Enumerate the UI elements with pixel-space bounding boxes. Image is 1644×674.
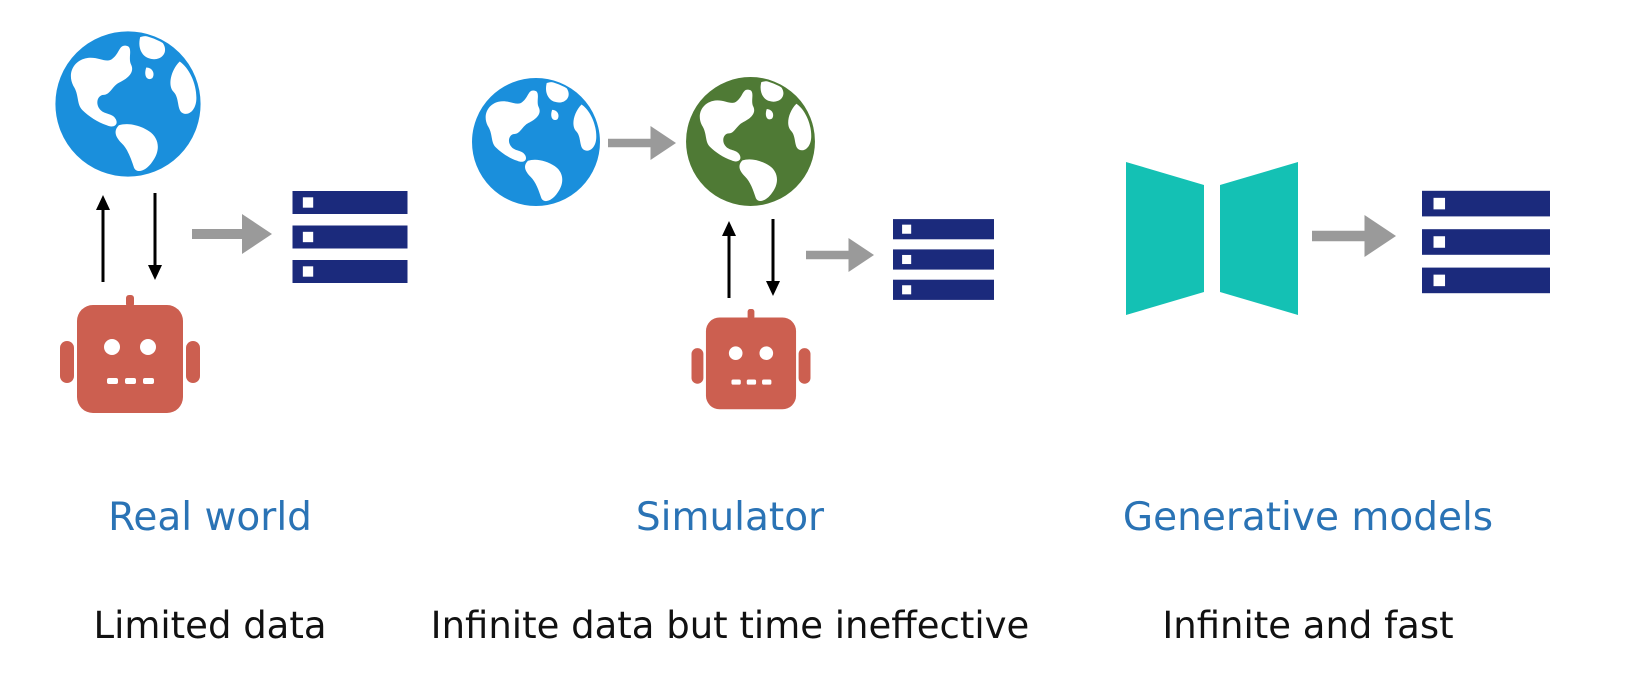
encoder-decoder-icon [1126, 162, 1298, 315]
panel-title-real-world: Real world [108, 495, 312, 540]
diagram [55, 31, 1550, 413]
arrow-right-icon [806, 238, 874, 272]
globe-icon [686, 77, 815, 206]
arrow-right-icon [192, 214, 272, 254]
panel-caption-generative-models: Infinite and fast [1162, 604, 1454, 647]
globe-icon [55, 31, 201, 177]
panel-title-generative-models: Generative models [1122, 495, 1494, 540]
robot-icon [60, 295, 200, 413]
data-stack-icon [1422, 190, 1550, 294]
up-arrow [722, 221, 736, 298]
panel-title-simulator: Simulator [635, 495, 825, 540]
data-stack-icon [893, 219, 994, 300]
decoder-block [1220, 162, 1298, 315]
arrow-right-icon [1312, 215, 1396, 257]
globe-icon [472, 78, 600, 206]
down-arrow [766, 219, 780, 296]
down-arrow [148, 193, 162, 280]
up-arrow [96, 195, 110, 282]
data-stack-icon [292, 191, 408, 283]
robot-icon [691, 309, 811, 410]
encoder-block [1126, 162, 1204, 315]
arrow-right-icon [608, 126, 676, 160]
